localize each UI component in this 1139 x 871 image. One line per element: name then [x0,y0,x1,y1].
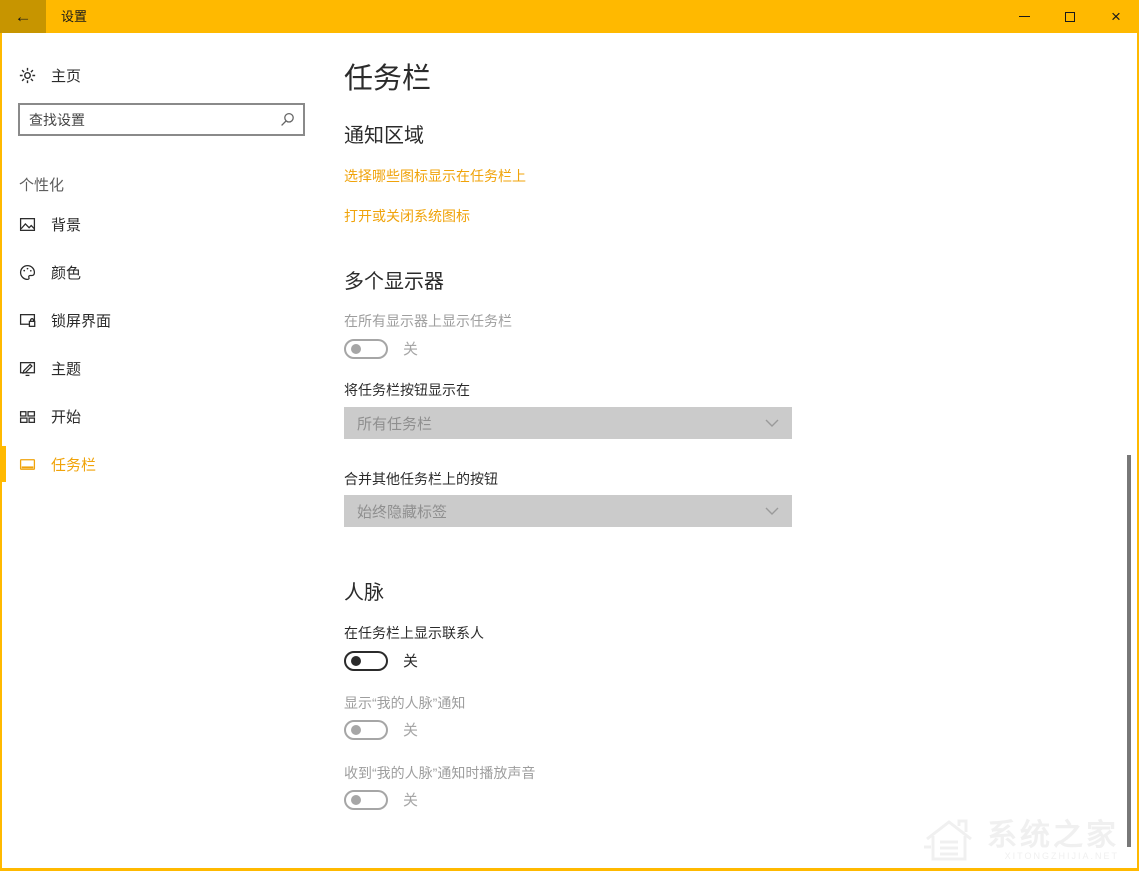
sidebar-item-label: 任务栏 [51,454,96,475]
sidebar-item-start[interactable]: 开始 [0,397,330,435]
taskbar-icon [19,456,36,473]
sidebar-item-background[interactable]: 背景 [0,205,330,243]
people-notifications-toggle-row: 关 [344,719,418,740]
show-contacts-toggle-row: 关 [344,650,418,671]
sidebar-item-taskbar[interactable]: 任务栏 [0,445,330,483]
window-controls: × [1001,0,1139,33]
taskbar-buttons-dropdown: 所有任务栏 [344,407,792,439]
toggle-knob [351,725,361,735]
toggle-state-label: 关 [403,650,418,671]
palette-icon [19,264,36,281]
notification-area-heading: 通知区域 [344,119,424,148]
watermark-subtitle: XITONGZHIJIA.NET [1005,851,1119,861]
toggle-switch [344,720,388,740]
window-border-left [0,0,2,871]
toggle-knob [351,344,361,354]
sidebar-item-label: 开始 [51,406,81,427]
minimize-button[interactable] [1001,0,1047,33]
toggle-knob [351,795,361,805]
combine-buttons-label: 合并其他任务栏上的按钮 [344,469,498,489]
search-input[interactable] [20,112,271,128]
scrollbar-thumb[interactable] [1127,455,1131,847]
close-icon: × [1111,8,1121,25]
sidebar-item-lockscreen[interactable]: 锁屏界面 [0,301,330,339]
house-logo-icon [923,817,979,863]
search-icon[interactable] [271,111,303,129]
taskbar-buttons-label: 将任务栏按钮显示在 [344,380,470,400]
toggle-knob [351,656,361,666]
close-button[interactable]: × [1093,0,1139,33]
multiple-displays-heading: 多个显示器 [344,265,444,294]
sidebar-item-label: 背景 [51,214,81,235]
toggle-state-label: 关 [403,789,418,810]
toggle-state-label: 关 [403,719,418,740]
toggle-switch [344,339,388,359]
settings-window: ← 设置 × 主页 [0,0,1139,871]
chevron-down-icon [765,419,779,428]
select-icons-link[interactable]: 选择哪些图标显示在任务栏上 [344,166,526,186]
system-icons-link[interactable]: 打开或关闭系统图标 [344,206,470,226]
lock-screen-icon [19,312,36,329]
combine-buttons-dropdown: 始终隐藏标签 [344,495,792,527]
show-contacts-label: 在任务栏上显示联系人 [344,623,484,643]
sidebar-item-colors[interactable]: 颜色 [0,253,330,291]
people-heading: 人脉 [344,576,384,605]
back-arrow-icon: ← [15,7,32,26]
chevron-down-icon [765,507,779,516]
image-icon [19,216,36,233]
people-notifications-label: 显示“我的人脉”通知 [344,693,465,713]
start-tiles-icon [19,408,36,425]
sidebar-item-home[interactable]: 主页 [0,59,330,91]
toggle-state-label: 关 [403,338,418,359]
page-title: 任务栏 [344,55,431,97]
show-taskbar-all-displays-label: 在所有显示器上显示任务栏 [344,311,512,331]
show-taskbar-all-displays-toggle-row: 关 [344,338,418,359]
sidebar-item-label: 主题 [51,358,81,379]
sidebar: 主页 个性化 背景 [0,33,330,868]
dropdown-value: 始终隐藏标签 [357,501,447,522]
toggle-switch[interactable] [344,651,388,671]
theme-brush-icon [19,360,36,377]
sidebar-item-label: 颜色 [51,262,81,283]
watermark-title: 系统之家 [987,819,1119,852]
maximize-button[interactable] [1047,0,1093,33]
people-sound-toggle-row: 关 [344,789,418,810]
maximize-icon [1065,12,1075,22]
sidebar-section-header: 个性化 [19,174,64,195]
minimize-icon [1019,16,1030,17]
search-box[interactable] [18,103,305,136]
people-sound-label: 收到“我的人脉”通知时播放声音 [344,763,535,783]
sidebar-item-themes[interactable]: 主题 [0,349,330,387]
gear-icon [19,67,36,84]
window-title: 设置 [61,0,87,33]
sidebar-item-label: 锁屏界面 [51,310,111,331]
toggle-switch [344,790,388,810]
sidebar-home-label: 主页 [51,65,81,86]
dropdown-value: 所有任务栏 [357,413,432,434]
back-button[interactable]: ← [0,0,46,33]
titlebar: ← 设置 × [0,0,1139,33]
watermark: 系统之家 XITONGZHIJIA.NET [923,817,1119,863]
